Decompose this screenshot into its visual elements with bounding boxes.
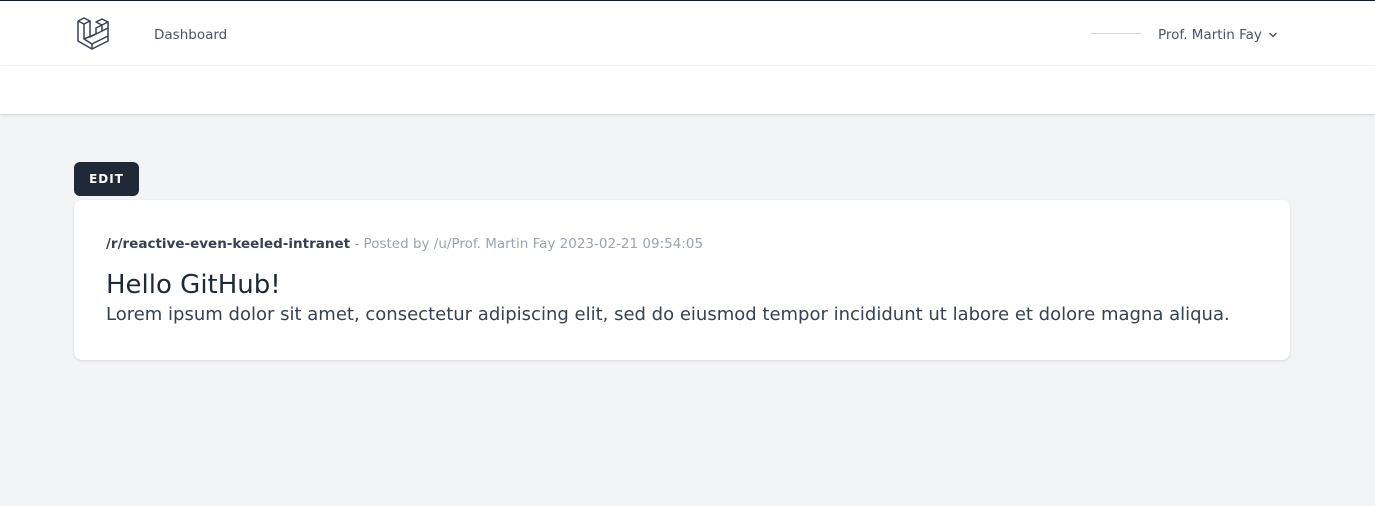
post-title: Hello GitHub! (106, 270, 281, 300)
post-body: Lorem ipsum dolor sit amet, consectetur … (106, 304, 1230, 325)
post-meta: /r/reactive-even-keeled-intranet - Poste… (106, 236, 703, 252)
edit-button[interactable]: EDIT (74, 162, 139, 196)
chevron-down-icon (1269, 32, 1277, 38)
posted-by-text: - Posted by /u/Prof. Martin Fay 2023-02-… (350, 236, 704, 252)
post-card: /r/reactive-even-keeled-intranet - Poste… (74, 200, 1290, 360)
page-header (0, 66, 1375, 114)
nav-dashboard-link[interactable]: Dashboard (154, 27, 227, 43)
divider (1091, 33, 1141, 34)
user-name: Prof. Martin Fay (1158, 27, 1262, 43)
top-navigation-bar: Dashboard Prof. Martin Fay (0, 0, 1375, 66)
user-menu-dropdown[interactable]: Prof. Martin Fay (1158, 25, 1278, 45)
laravel-logo-icon[interactable] (76, 17, 110, 51)
subreddit-link[interactable]: /r/reactive-even-keeled-intranet (106, 236, 350, 252)
